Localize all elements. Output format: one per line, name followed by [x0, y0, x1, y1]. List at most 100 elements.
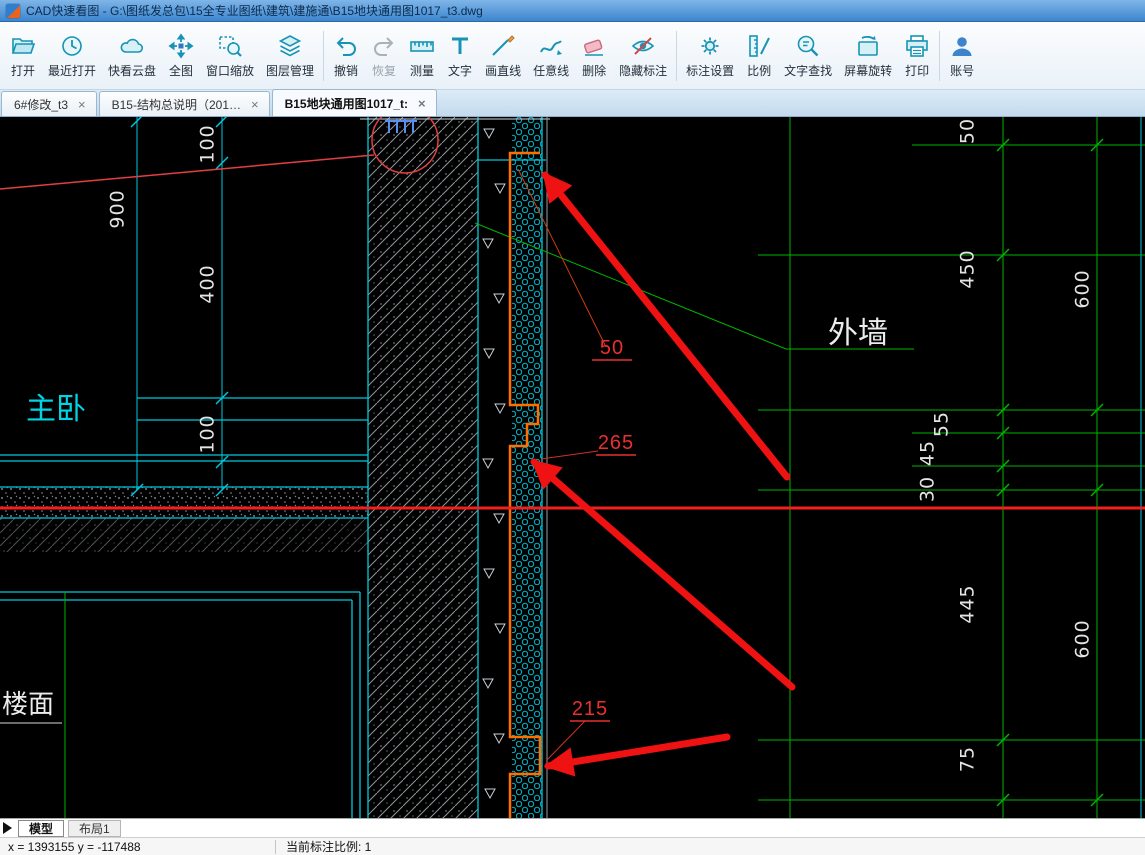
- red-dim-label: 215: [572, 698, 608, 720]
- document-tabbar: 6#修改_t3 × B15-结构总说明（201… × B15地块通用图1017_…: [0, 89, 1145, 117]
- sheet-tab-layout1[interactable]: 布局1: [68, 819, 121, 837]
- dim-label: 50: [957, 118, 979, 144]
- freehand-line-label: 任意线: [533, 63, 570, 78]
- scale-label: 比例: [747, 63, 772, 78]
- text-search-button[interactable]: 文字查找: [778, 29, 838, 83]
- text-search-magnifier-icon: [795, 33, 821, 59]
- annotation-settings-button[interactable]: 标注设置: [680, 29, 740, 83]
- status-bar: x = 1393155 y = -117488 当前标注比例: 1: [0, 837, 1145, 855]
- full-view-button[interactable]: 全图: [162, 29, 200, 83]
- measure-ruler-icon: [409, 33, 435, 59]
- recent-clock-icon: [59, 33, 85, 59]
- freehand-line-icon: [538, 33, 564, 59]
- app-icon: [6, 3, 20, 18]
- doc-tab-3-label: B15地块通用图1017_t:: [284, 96, 408, 111]
- recent-open-button[interactable]: 最近打开: [42, 29, 102, 83]
- redo-arrow-icon: [371, 33, 397, 59]
- printer-icon: [904, 33, 930, 59]
- doc-tab-2-label: B15-结构总说明（201…: [111, 97, 241, 112]
- redo-button[interactable]: 恢复: [365, 29, 403, 83]
- doc-tab-1[interactable]: 6#修改_t3 ×: [1, 91, 97, 116]
- annotation-settings-gear-icon: [697, 33, 723, 59]
- dim-label: 45: [917, 440, 939, 466]
- dim-label: 55: [931, 411, 953, 437]
- redo-label: 恢复: [372, 63, 397, 78]
- layer-manager-button[interactable]: 图层管理: [260, 29, 320, 83]
- red-annotation-arrows[interactable]: [530, 171, 796, 777]
- sheet-tab-model[interactable]: 模型: [18, 819, 65, 837]
- delete-label: 删除: [582, 63, 607, 78]
- doc-tab-1-label: 6#修改_t3: [14, 97, 69, 112]
- red-dim-label: 265: [598, 432, 634, 454]
- cloud-icon: [119, 33, 145, 59]
- window-titlebar[interactable]: CAD快速看图 - G:\图纸发总包\15全专业图纸\建筑\建施通\B15地块通…: [0, 0, 1145, 22]
- window-title: CAD快速看图 - G:\图纸发总包\15全专业图纸\建筑\建施通\B15地块通…: [26, 4, 483, 18]
- toolbar-separator: [939, 30, 941, 81]
- toolbar-separator: [676, 30, 678, 81]
- eraser-icon: [581, 33, 607, 59]
- cursor-coordinates: x = 1393155 y = -117488: [8, 839, 141, 854]
- dim-label: 600: [1072, 269, 1094, 308]
- measure-button[interactable]: 测量: [403, 29, 441, 83]
- open-button[interactable]: 打开: [4, 29, 42, 83]
- screen-rotate-label: 屏幕旋转: [844, 63, 893, 78]
- draw-line-icon: [490, 33, 516, 59]
- account-person-icon: [949, 33, 975, 59]
- account-button[interactable]: 账号: [943, 29, 981, 83]
- window-zoom-label: 窗口缩放: [206, 63, 255, 78]
- dim-label: 600: [1072, 619, 1094, 658]
- close-icon[interactable]: ×: [416, 97, 428, 110]
- floor-label: 楼面: [2, 689, 54, 719]
- cloud-disk-button[interactable]: 快看云盘: [102, 29, 162, 83]
- undo-arrow-icon: [333, 33, 359, 59]
- dim-label: 445: [957, 584, 979, 623]
- recent-open-label: 最近打开: [48, 63, 97, 78]
- window-zoom-button[interactable]: 窗口缩放: [200, 29, 260, 83]
- print-label: 打印: [905, 63, 930, 78]
- structure-lines: [0, 117, 1142, 818]
- dim-label: 100: [197, 124, 219, 163]
- text-tool-icon: [447, 33, 473, 59]
- close-icon[interactable]: ×: [76, 98, 88, 111]
- layer-manager-label: 图层管理: [266, 63, 315, 78]
- full-view-label: 全图: [169, 63, 194, 78]
- freehand-line-button[interactable]: 任意线: [527, 29, 575, 83]
- measure-label: 测量: [410, 63, 435, 78]
- hide-annotation-button[interactable]: 隐藏标注: [613, 29, 673, 83]
- doc-tab-2[interactable]: B15-结构总说明（201… ×: [98, 91, 270, 116]
- wall-section-hatch: [0, 117, 542, 818]
- toolbar-separator: [323, 30, 325, 81]
- hide-annotation-label: 隐藏标注: [619, 63, 668, 78]
- layers-icon: [277, 33, 303, 59]
- scale-button[interactable]: 比例: [740, 29, 778, 83]
- dim-label: 30: [917, 476, 939, 502]
- text-tool-label: 文字: [448, 63, 473, 78]
- undo-button[interactable]: 撤销: [327, 29, 365, 83]
- open-folder-icon: [10, 33, 36, 59]
- undo-label: 撤销: [334, 63, 359, 78]
- dim-label: 900: [107, 189, 129, 228]
- hide-annotation-eye-icon: [630, 33, 656, 59]
- cad-drawing[interactable]: 900 100 400 100 50 450 600 55 45 30 445 …: [0, 117, 1145, 818]
- text-tool-button[interactable]: 文字: [441, 29, 479, 83]
- drawing-canvas[interactable]: 900 100 400 100 50 450 600 55 45 30 445 …: [0, 117, 1145, 818]
- dim-label: 450: [957, 249, 979, 288]
- insulation-symbol-strip: [482, 128, 506, 799]
- dim-label: 100: [197, 414, 219, 453]
- print-button[interactable]: 打印: [898, 29, 936, 83]
- sheet-nav-arrow-icon[interactable]: [3, 822, 12, 834]
- open-label: 打开: [10, 63, 35, 78]
- main-toolbar: 打开 最近打开 快看云盘 全图 窗口缩放 图层管理 撤销 恢复 测量 文字 画直…: [0, 22, 1145, 90]
- account-label: 账号: [950, 63, 975, 78]
- screen-rotate-button[interactable]: 屏幕旋转: [838, 29, 898, 83]
- draw-line-button[interactable]: 画直线: [479, 29, 527, 83]
- cloud-disk-label: 快看云盘: [108, 63, 157, 78]
- red-dim-label: 50: [600, 337, 624, 359]
- room-label: 主卧: [26, 393, 86, 426]
- delete-button[interactable]: 删除: [575, 29, 613, 83]
- close-icon[interactable]: ×: [249, 98, 261, 111]
- doc-tab-3-active[interactable]: B15地块通用图1017_t: ×: [271, 89, 437, 116]
- sheet-tabbar: 模型 布局1: [0, 818, 1145, 837]
- screen-rotate-icon: [855, 33, 881, 59]
- scale-ruler-icon: [746, 33, 772, 59]
